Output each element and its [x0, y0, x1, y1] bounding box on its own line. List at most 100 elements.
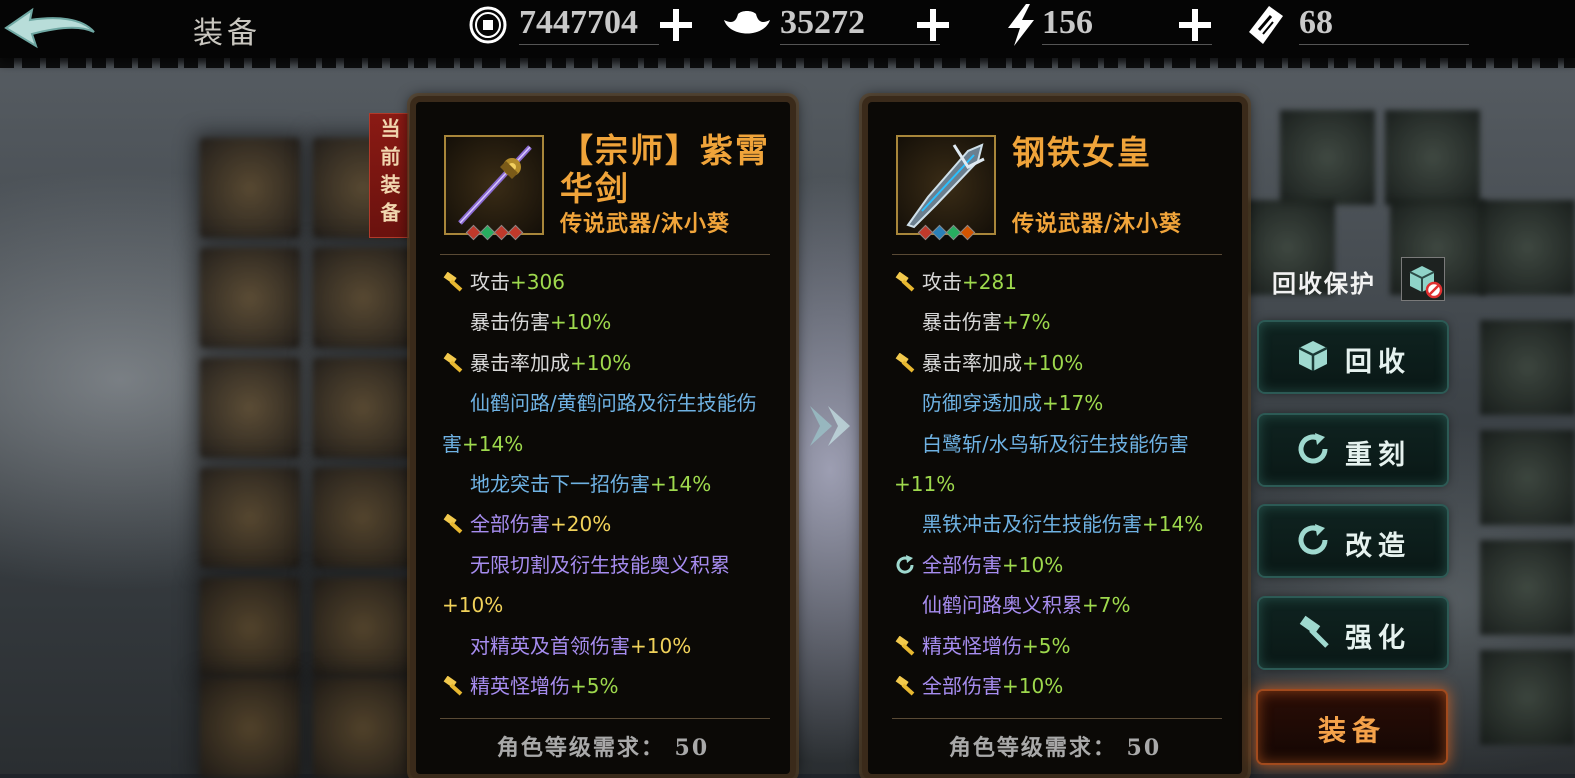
level-requirement: 角色等级需求： 50 — [496, 735, 710, 761]
stat-bonus: +14% — [650, 471, 712, 496]
inventory-tab[interactable] — [1385, 110, 1480, 205]
divider — [892, 718, 1222, 719]
hammer-icon — [895, 635, 915, 656]
stat-row: 攻击+281 — [894, 262, 1216, 302]
add-stamina-button[interactable] — [1176, 6, 1214, 44]
stat-bonus: +10% — [570, 350, 632, 375]
divider — [440, 718, 770, 719]
current-tag-label: 当前装备 — [377, 118, 401, 230]
inventory-slot[interactable] — [1480, 200, 1575, 295]
copper-coin-icon — [469, 6, 507, 44]
stat-bonus: +306 — [510, 270, 565, 294]
item-subtitle: 传说武器/沐小葵 — [560, 211, 731, 237]
inventory-slot[interactable] — [313, 358, 413, 458]
greatsword-icon — [906, 143, 985, 229]
reengrave-label: 重刻 — [1345, 440, 1411, 471]
add-copper-button[interactable] — [657, 6, 695, 44]
underline — [1042, 44, 1212, 45]
equip-button[interactable]: 装备 — [1258, 691, 1446, 763]
stat-row: 黑铁冲击及衍生技能伤害+14% — [894, 504, 1216, 544]
item-icon-frame[interactable] — [444, 135, 544, 241]
stat-row: 仙鹤问路奥义积累+7% — [894, 585, 1216, 625]
stat-row: 对精英及首领伤害+10% — [442, 626, 764, 666]
inventory-tab[interactable] — [1280, 110, 1375, 205]
stat-bonus: +10% — [442, 593, 504, 618]
hammer-icon — [443, 675, 463, 696]
refresh-icon — [896, 554, 914, 574]
recycle-protect-label: 回收保护 — [1272, 269, 1376, 298]
inventory-slot[interactable] — [1480, 650, 1575, 745]
item-name: 【宗师】紫霄华剑 — [560, 131, 770, 208]
inventory-slot[interactable] — [200, 248, 300, 348]
ticket-value: 68 — [1299, 4, 1333, 41]
stat-bonus: +14% — [462, 431, 524, 456]
stat-name: 暴击伤害 — [922, 310, 1002, 335]
modify-button[interactable]: 改造 — [1259, 506, 1447, 576]
underline — [1299, 44, 1469, 45]
stat-bonus: +5% — [570, 673, 619, 698]
stat-bonus: +10% — [1002, 552, 1064, 577]
recycle-protect-toggle[interactable] — [1401, 257, 1445, 301]
stat-row: 全部伤害+20% — [442, 504, 764, 544]
recycle-box-icon — [1298, 341, 1328, 371]
refresh-icon — [1298, 524, 1328, 555]
hammer-icon — [443, 514, 463, 534]
stat-name: 防御穿透加成 — [922, 391, 1042, 416]
inventory-slot[interactable] — [200, 578, 300, 678]
stat-name: 全部伤害 — [922, 552, 1002, 577]
stat-row: 精英怪增伤+5% — [442, 666, 764, 706]
stat-row: 仙鹤问路/黄鹤问路及衍生技能伤害+14% — [442, 383, 764, 464]
stat-bonus: +20% — [550, 512, 612, 537]
back-arrow-icon[interactable] — [2, 4, 97, 54]
compare-arrow-icon — [810, 406, 850, 446]
stat-row: 无限切割及衍生技能奥义积累 +10% — [442, 545, 764, 626]
stat-name: 全部伤害 — [470, 512, 550, 537]
inventory-slot[interactable] — [1480, 540, 1575, 635]
add-silver-button[interactable] — [914, 6, 952, 44]
page-title: 装备 — [193, 16, 261, 51]
inventory-slot[interactable] — [313, 248, 413, 348]
gem-slot — [507, 224, 524, 241]
stat-row: 攻击+306 — [442, 262, 764, 302]
recycle-button[interactable]: 回收 — [1259, 322, 1447, 392]
item-icon-frame[interactable] — [896, 135, 996, 241]
enhance-button[interactable]: 强化 — [1259, 598, 1447, 668]
gem-slots — [465, 224, 524, 241]
stat-bonus: +10% — [1002, 673, 1064, 698]
hammer-icon — [1299, 615, 1329, 648]
stat-name: 攻击 — [470, 270, 510, 294]
silver-ingot-icon — [724, 11, 770, 34]
current-item-card: 【宗师】紫霄华剑 传说武器/沐小葵 攻击+306 暴击伤害+10% 暴击率加成+10… — [416, 102, 790, 774]
compare-item-card: 钢铁女皇 传说武器/沐小葵 攻击+281 暴击伤害+7% 暴击率加成+10% 防御穿透… — [868, 102, 1242, 774]
resource-stamina: 156 — [1000, 0, 1230, 50]
inventory-slot[interactable] — [200, 138, 300, 238]
divider — [892, 254, 1222, 255]
stat-name: 暴击率加成 — [922, 350, 1022, 375]
inventory-slot[interactable] — [313, 578, 413, 678]
stat-name: 全部伤害 — [922, 673, 1002, 698]
stat-bonus: +7% — [1082, 593, 1131, 618]
resource-copper: 7447704 — [467, 0, 697, 50]
silver-value: 35272 — [780, 4, 865, 41]
inventory-slot[interactable] — [313, 678, 413, 778]
stat-row: 暴击伤害+10% — [442, 302, 764, 342]
stat-name: 仙鹤问路奥义积累 — [922, 593, 1082, 618]
inventory-slot[interactable] — [1480, 320, 1575, 415]
reengrave-button[interactable]: 重刻 — [1259, 415, 1447, 485]
resource-ticket: 68 — [1243, 0, 1473, 50]
inventory-slot[interactable] — [200, 358, 300, 458]
stat-row: 防御穿透加成+17% — [894, 383, 1216, 423]
stat-bonus: +7% — [1002, 310, 1051, 335]
inventory-slot[interactable] — [200, 678, 300, 778]
hammer-icon — [895, 675, 915, 696]
underline — [519, 44, 659, 45]
inventory-slot[interactable] — [313, 468, 413, 568]
stat-bonus: +281 — [962, 270, 1017, 294]
top-bar: 装备 7447704 35272 156 68 — [0, 0, 1575, 68]
inventory-slot[interactable] — [200, 468, 300, 568]
inventory-slot[interactable] — [1480, 430, 1575, 525]
stat-row: 暴击伤害+7% — [894, 302, 1216, 342]
stat-row: 全部伤害+10% — [894, 666, 1216, 706]
stat-name: 攻击 — [922, 270, 962, 294]
stat-row: 暴击率加成+10% — [894, 343, 1216, 383]
